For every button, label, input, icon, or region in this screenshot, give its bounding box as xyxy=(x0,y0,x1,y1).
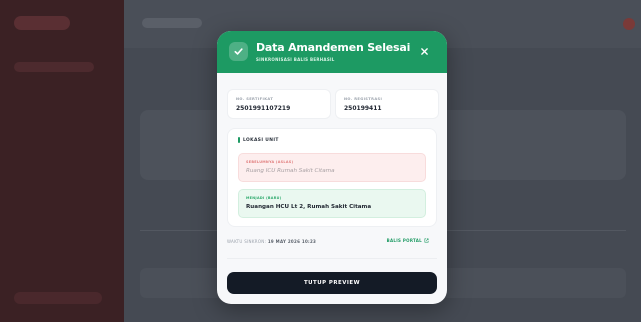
location-card: LOKASI UNIT SEBELUMNYA (ASLAS) Ruang ICU… xyxy=(227,128,437,227)
modal-header: Data Amandemen Selesai SINKRONISASI BALI… xyxy=(217,31,447,73)
modal-subtitle: SINKRONISASI BALIS BERHASIL xyxy=(256,57,335,62)
registration-value: 250199411 xyxy=(344,105,382,112)
background-nav-item xyxy=(14,292,102,304)
certificate-label: NO. SERTIFIKAT xyxy=(236,97,274,101)
close-icon[interactable] xyxy=(418,45,430,57)
check-icon xyxy=(229,42,248,61)
old-location-value: Ruang ICU Rumah Sakit Citama xyxy=(246,168,335,174)
certificate-value: 2501991107219 xyxy=(236,105,291,112)
new-location-value: Ruangan HCU Lt 2, Rumah Sakit Citama xyxy=(246,204,372,210)
sync-time-label: WAKTU SINKRON: xyxy=(227,239,267,244)
old-location-box: SEBELUMNYA (ASLAS) Ruang ICU Rumah Sakit… xyxy=(238,153,426,182)
new-location-label: MENJADI (BARU) xyxy=(246,196,282,200)
balis-portal-link[interactable]: BALIS PORTAL xyxy=(387,238,429,243)
background-sidebar xyxy=(0,0,124,322)
location-title: LOKASI UNIT xyxy=(243,138,279,143)
background-avatar xyxy=(623,18,635,30)
background-logo xyxy=(14,16,70,30)
close-preview-button[interactable]: TUTUP PREVIEW xyxy=(227,272,437,294)
registration-card: NO. REGISTRASI 250199411 xyxy=(335,89,439,119)
balis-portal-link-label: BALIS PORTAL xyxy=(386,238,422,243)
new-location-box: MENJADI (BARU) Ruangan HCU Lt 2, Rumah S… xyxy=(238,189,426,218)
external-link-icon xyxy=(424,238,429,243)
background-header-title xyxy=(142,18,202,28)
footer-divider xyxy=(227,258,437,259)
background-nav-item xyxy=(14,62,94,72)
old-location-label: SEBELUMNYA (ASLAS) xyxy=(246,160,294,164)
sync-time-value: 19 MAY 2026 10:23 xyxy=(267,239,317,244)
location-accent-bar xyxy=(238,137,240,143)
registration-label: NO. REGISTRASI xyxy=(344,97,383,101)
amendment-success-modal: Data Amandemen Selesai SINKRONISASI BALI… xyxy=(217,31,447,304)
modal-title: Data Amandemen Selesai xyxy=(256,41,411,54)
sync-time: WAKTU SINKRON: 19 MAY 2026 10:23 xyxy=(227,239,316,244)
certificate-card: NO. SERTIFIKAT 2501991107219 xyxy=(227,89,331,119)
